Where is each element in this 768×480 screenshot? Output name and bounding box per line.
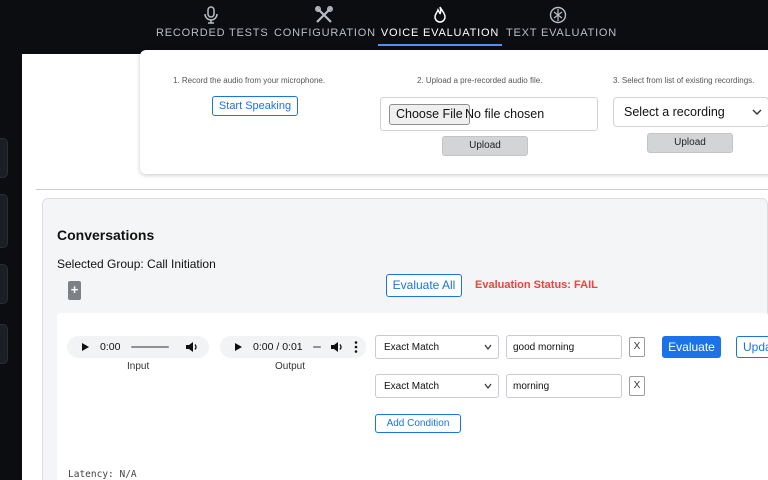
step-select-label: 3. Select from list of existing recordin… [613,76,755,85]
output-audio-caption: Output [275,361,306,372]
evaluate-all-button[interactable]: Evaluate All [386,274,462,297]
play-icon[interactable] [82,343,89,351]
input-audio-seekbar[interactable] [131,346,169,348]
sidebar-handle[interactable] [0,264,8,304]
chevron-down-icon [484,383,492,389]
match-type-select[interactable]: Exact Match [375,335,499,359]
play-icon[interactable] [235,343,242,351]
match-type-value: Exact Match [384,381,440,392]
latency-label: Latency: N/A [68,469,137,480]
input-audio-player[interactable]: 0:00 [67,336,209,358]
chatgpt-logo-icon [549,6,567,24]
conversations-panel: Conversations Selected Group: Call Initi… [42,198,768,480]
output-audio-time: 0:00 / 0:01 [253,341,303,353]
tab-text-evaluation[interactable]: TEXT EVALUATION [506,0,618,46]
remove-condition-button[interactable]: X [629,337,645,357]
volume-icon[interactable] [185,341,198,353]
chevron-down-icon [752,109,762,115]
tab-label: VOICE EVALUATION [380,27,500,39]
upload-file-button[interactable]: Upload [442,136,528,156]
section-divider [36,189,768,190]
update-button[interactable]: Update [736,336,768,358]
tab-label: TEXT EVALUATION [506,27,618,39]
tab-voice-evaluation[interactable]: VOICE EVALUATION [380,0,500,46]
choose-file-button[interactable]: Choose File [389,104,470,125]
file-status: No file chosen [465,107,545,121]
more-options-icon[interactable] [354,340,358,354]
recording-select-value: Select a recording [624,105,725,119]
active-tab-indicator [378,44,502,46]
conversation-row: 0:00 Input 0:00 / 0:01 Output Exact Matc… [57,313,768,480]
condition-value-input[interactable]: morning [506,374,622,398]
audio-source-card: 1. Record the audio from your microphone… [140,50,768,174]
output-audio-player[interactable]: 0:00 / 0:01 [220,336,366,358]
flame-icon [434,6,446,23]
evaluation-status: Evaluation Status: FAIL [475,279,598,291]
main-content: 1. Record the audio from your microphone… [22,50,768,480]
sidebar-handle[interactable] [0,194,8,248]
conversations-title: Conversations [57,227,155,243]
condition-value-input[interactable]: good morning [506,335,622,359]
selected-group-label: Selected Group: Call Initiation [57,257,216,271]
tab-recorded-tests[interactable]: RECORDED TESTS [156,0,269,46]
tab-label: RECORDED TESTS [156,27,269,39]
upload-recording-button[interactable]: Upload [647,133,733,153]
start-speaking-button[interactable]: Start Speaking [212,96,298,116]
match-type-select[interactable]: Exact Match [375,374,499,398]
volume-icon[interactable] [330,341,343,353]
evaluate-button[interactable]: Evaluate [662,336,721,358]
add-conversation-button[interactable]: + [68,281,81,300]
sidebar-edge [0,54,22,480]
sidebar-handle[interactable] [0,324,8,364]
add-condition-button[interactable]: Add Condition [375,414,461,433]
tab-configuration[interactable]: CONFIGURATION [274,0,376,46]
step-upload-label: 2. Upload a pre-recorded audio file. [417,76,543,85]
sidebar-handle[interactable] [0,138,8,178]
tab-label: CONFIGURATION [274,27,376,39]
top-nav: RECORDED TESTS CONFIGURATION VOICE EVALU… [0,0,768,54]
input-audio-time: 0:00 [100,341,121,353]
chevron-down-icon [484,344,492,350]
file-input[interactable]: Choose File No file chosen [380,97,598,131]
match-type-value: Exact Match [384,342,440,353]
remove-condition-button[interactable]: X [629,376,645,396]
recording-select[interactable]: Select a recording [613,97,768,127]
output-audio-seekbar[interactable] [313,346,321,348]
input-audio-caption: Input [127,361,150,372]
tools-icon [315,6,333,23]
step-record-label: 1. Record the audio from your microphone… [173,76,326,85]
microphone-icon [204,6,218,24]
